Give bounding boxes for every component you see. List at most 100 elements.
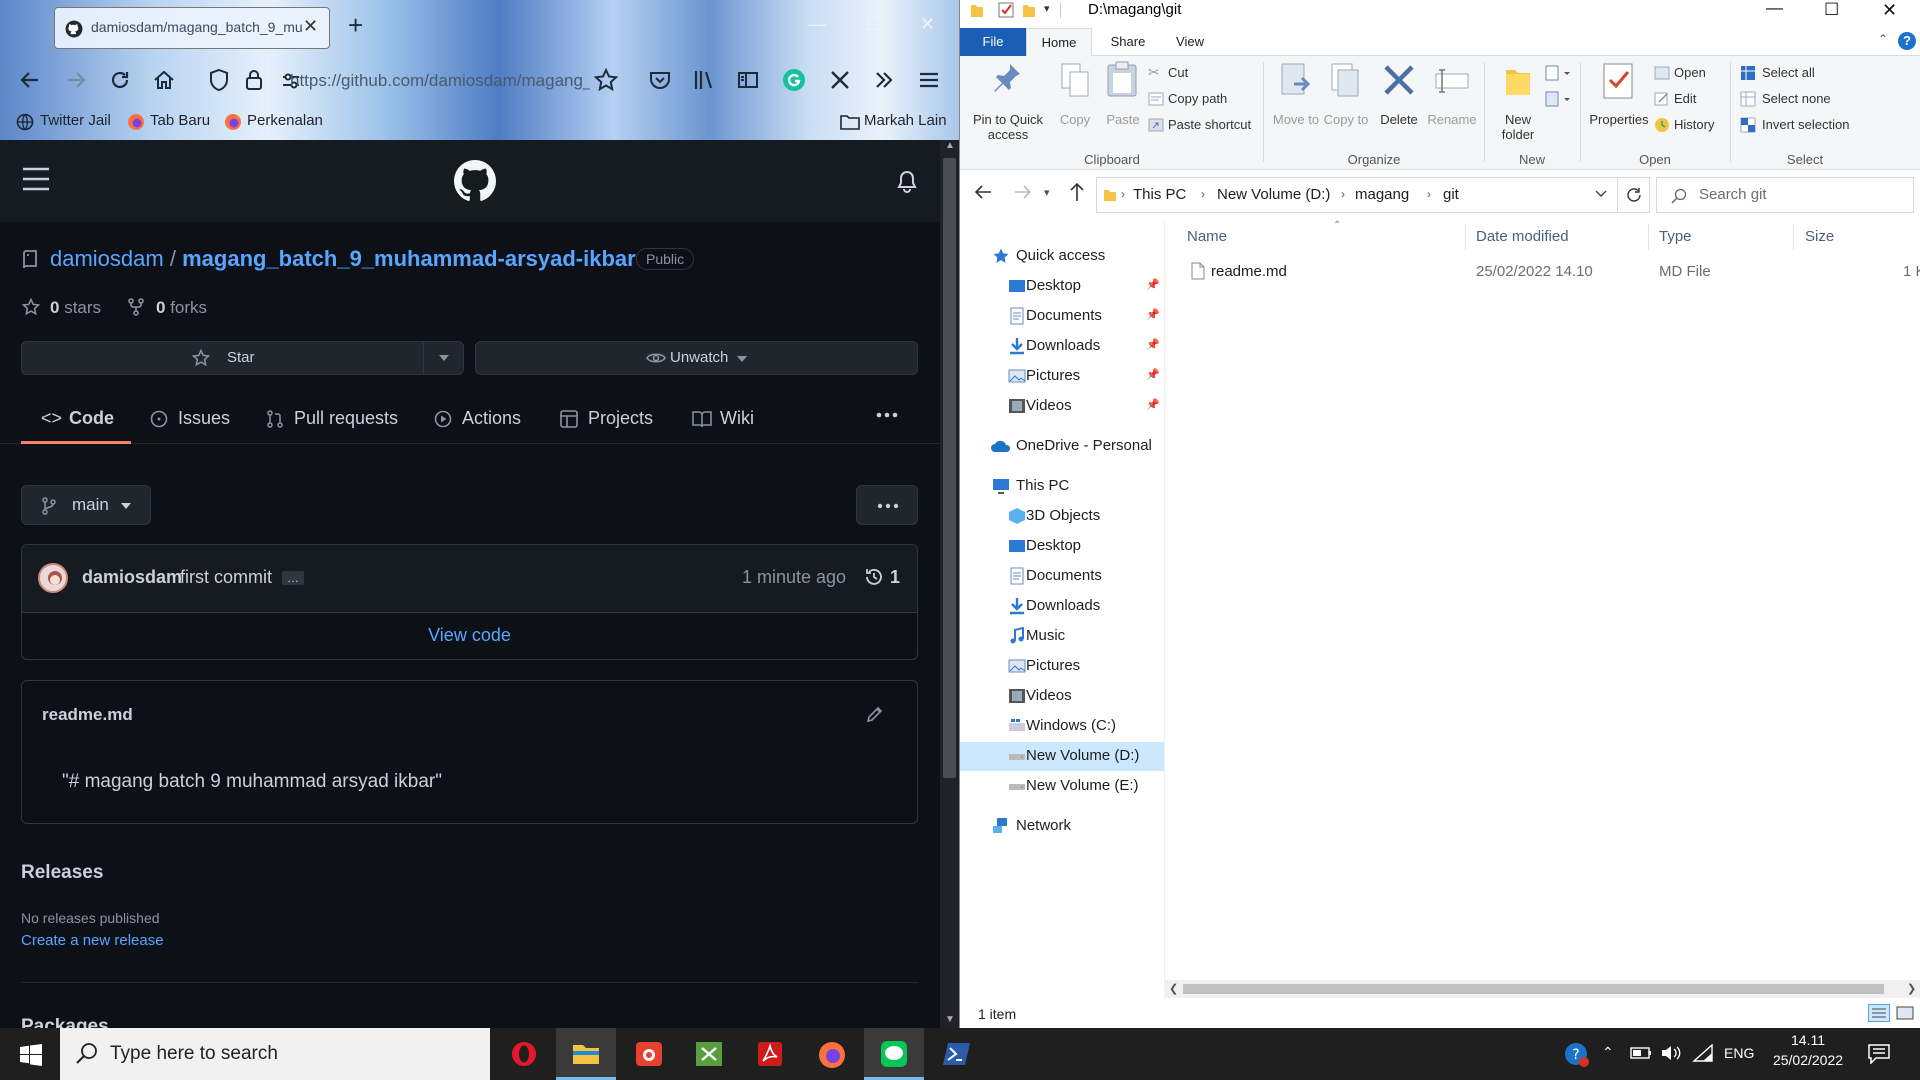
bookmark-tab-baru[interactable]: Tab Baru — [150, 112, 210, 129]
firefox-app[interactable] — [802, 1028, 862, 1080]
cut-button[interactable]: ✂ Cut — [1148, 64, 1240, 84]
properties-quick-icon[interactable] — [998, 2, 1014, 18]
refresh-button[interactable] — [1618, 177, 1650, 213]
new-tab-icon[interactable]: + — [348, 10, 363, 41]
tab-close-icon[interactable]: ✕ — [303, 16, 318, 37]
acrobat-app[interactable] — [740, 1028, 800, 1080]
notifications-bell-icon[interactable] — [896, 170, 918, 194]
properties-button[interactable]: Properties — [1586, 60, 1652, 146]
address-bar[interactable]: › This PC › New Volume (D:) › magang › g… — [1096, 177, 1618, 213]
maximize-icon[interactable]: ☐ — [866, 14, 882, 35]
create-release-link[interactable]: Create a new release — [21, 932, 164, 949]
window-close-icon[interactable]: ✕ — [920, 14, 935, 35]
sidebar-icon[interactable] — [736, 68, 760, 92]
url-bar[interactable]: https://github.com/damiosdam/magang_batc… — [290, 64, 590, 98]
customize-qat-icon[interactable]: ▾ — [1044, 2, 1050, 15]
code-options-button[interactable] — [856, 485, 918, 525]
new-item-icon[interactable] — [1544, 64, 1572, 82]
up-arrow-icon[interactable] — [1070, 182, 1084, 202]
delete-button[interactable]: Delete — [1374, 60, 1424, 146]
tab-projects[interactable]: Projects — [558, 396, 668, 444]
collapse-ribbon-icon[interactable]: ⌃ — [1878, 32, 1888, 46]
other-bookmarks[interactable]: Markah Lain — [864, 112, 947, 129]
paste-button[interactable]: Paste — [1100, 60, 1146, 140]
column-date-modified[interactable]: Date modified — [1476, 228, 1569, 245]
paste-shortcut-button[interactable]: Paste shortcut — [1148, 116, 1258, 136]
forward-icon[interactable] — [1014, 184, 1032, 200]
github-logo-icon[interactable] — [454, 160, 496, 202]
wifi-icon[interactable] — [1692, 1044, 1714, 1062]
repo-owner-link[interactable]: damiosdam — [50, 246, 164, 271]
releases-heading[interactable]: Releases — [21, 862, 103, 884]
nav-quick-documents[interactable]: Documents 📌 — [960, 302, 1163, 331]
commit-time[interactable]: 1 minute ago — [742, 567, 846, 588]
packages-heading[interactable]: Packages — [21, 1016, 109, 1028]
window-close-icon[interactable]: ✕ — [1882, 0, 1897, 21]
repo-name-link[interactable]: magang_batch_9_muhammad-arsyad-ikbar — [182, 246, 636, 271]
edit-button[interactable]: Edit — [1654, 90, 1724, 110]
back-icon[interactable] — [18, 68, 42, 92]
nav-new-volume-e[interactable]: New Volume (E:) — [960, 772, 1163, 801]
pencil-edit-icon[interactable] — [866, 705, 884, 723]
file-row[interactable]: readme.md 25/02/2022 14.10 MD File 1 K — [1165, 258, 1920, 286]
more-tabs-icon[interactable] — [876, 412, 898, 418]
file-explorer-app[interactable] — [556, 1028, 616, 1080]
home-icon[interactable] — [152, 68, 176, 92]
new-folder-quick-icon[interactable] — [1022, 3, 1036, 19]
tab-issues[interactable]: Issues — [148, 396, 248, 444]
pocket-icon[interactable] — [648, 68, 672, 92]
reload-icon[interactable] — [108, 68, 132, 92]
open-button[interactable]: Open — [1654, 64, 1724, 84]
nav-network[interactable]: Network — [960, 812, 1163, 841]
battery-icon[interactable] — [1630, 1046, 1652, 1060]
history-button[interactable]: History — [1654, 116, 1728, 136]
nav-videos[interactable]: Videos — [960, 682, 1163, 711]
column-type[interactable]: Type — [1659, 228, 1692, 245]
readme-filename[interactable]: readme.md — [42, 705, 133, 725]
minimize-icon[interactable]: — — [808, 14, 826, 35]
view-code-link[interactable]: View code — [22, 625, 917, 646]
star-button[interactable]: Star — [22, 342, 424, 374]
show-hidden-icons-icon[interactable]: ⌃ — [1602, 1044, 1614, 1061]
pinned-icon[interactable]: 📌 — [1146, 338, 1160, 351]
photo-app[interactable] — [618, 1028, 678, 1080]
invert-selection-button[interactable]: Invert selection — [1740, 116, 1880, 136]
app-menu-icon[interactable] — [918, 68, 940, 92]
tab-home[interactable]: Home — [1026, 28, 1092, 57]
language-indicator[interactable]: ENG — [1724, 1045, 1754, 1061]
branch-selector[interactable]: main — [21, 485, 151, 525]
breadcrumb-git[interactable]: git — [1443, 186, 1459, 203]
nav-new-volume-d[interactable]: New Volume (D:) — [960, 742, 1164, 771]
library-icon[interactable] — [692, 68, 716, 92]
tab-file[interactable]: File — [960, 28, 1026, 56]
large-icons-view-icon[interactable] — [1894, 1004, 1916, 1022]
nav-documents[interactable]: Documents — [960, 562, 1163, 591]
column-name[interactable]: Name — [1187, 228, 1227, 245]
copy-to-button[interactable]: Copy to — [1322, 60, 1370, 146]
nav-quick-desktop[interactable]: Desktop 📌 — [960, 272, 1163, 301]
grammarly-icon[interactable] — [782, 68, 806, 92]
details-view-icon[interactable] — [1868, 1004, 1890, 1022]
nav-quick-pictures[interactable]: Pictures 📌 — [960, 362, 1163, 391]
rename-button[interactable]: Rename — [1426, 60, 1478, 146]
commit-message[interactable]: first commit — [180, 567, 272, 588]
powershell-app[interactable] — [926, 1028, 986, 1080]
extension-x-icon[interactable] — [828, 68, 852, 92]
forward-icon[interactable] — [64, 68, 88, 92]
horizontal-scrollbar[interactable]: ❮ ❯ — [1165, 980, 1920, 998]
tracking-shield-icon[interactable] — [208, 68, 230, 92]
select-none-button[interactable]: Select none — [1740, 90, 1860, 110]
help-icon[interactable]: ? — [1898, 32, 1916, 50]
opera-app[interactable] — [494, 1028, 554, 1080]
easy-access-icon[interactable] — [1544, 90, 1572, 108]
scrollbar-thumb[interactable] — [1183, 984, 1884, 994]
bookmark-twitter-jail[interactable]: Twitter Jail — [40, 112, 111, 129]
commit-author[interactable]: damiosdam — [82, 567, 182, 588]
nav-quick-access[interactable]: Quick access — [960, 242, 1163, 271]
scrollbar-thumb[interactable] — [943, 158, 956, 778]
pinned-icon[interactable]: 📌 — [1146, 368, 1160, 381]
forks-count[interactable]: 0 forks — [156, 298, 207, 318]
hamburger-menu-icon[interactable] — [22, 166, 50, 192]
spreadsheet-app[interactable] — [678, 1028, 738, 1080]
nav-quick-downloads[interactable]: Downloads 📌 — [960, 332, 1163, 361]
